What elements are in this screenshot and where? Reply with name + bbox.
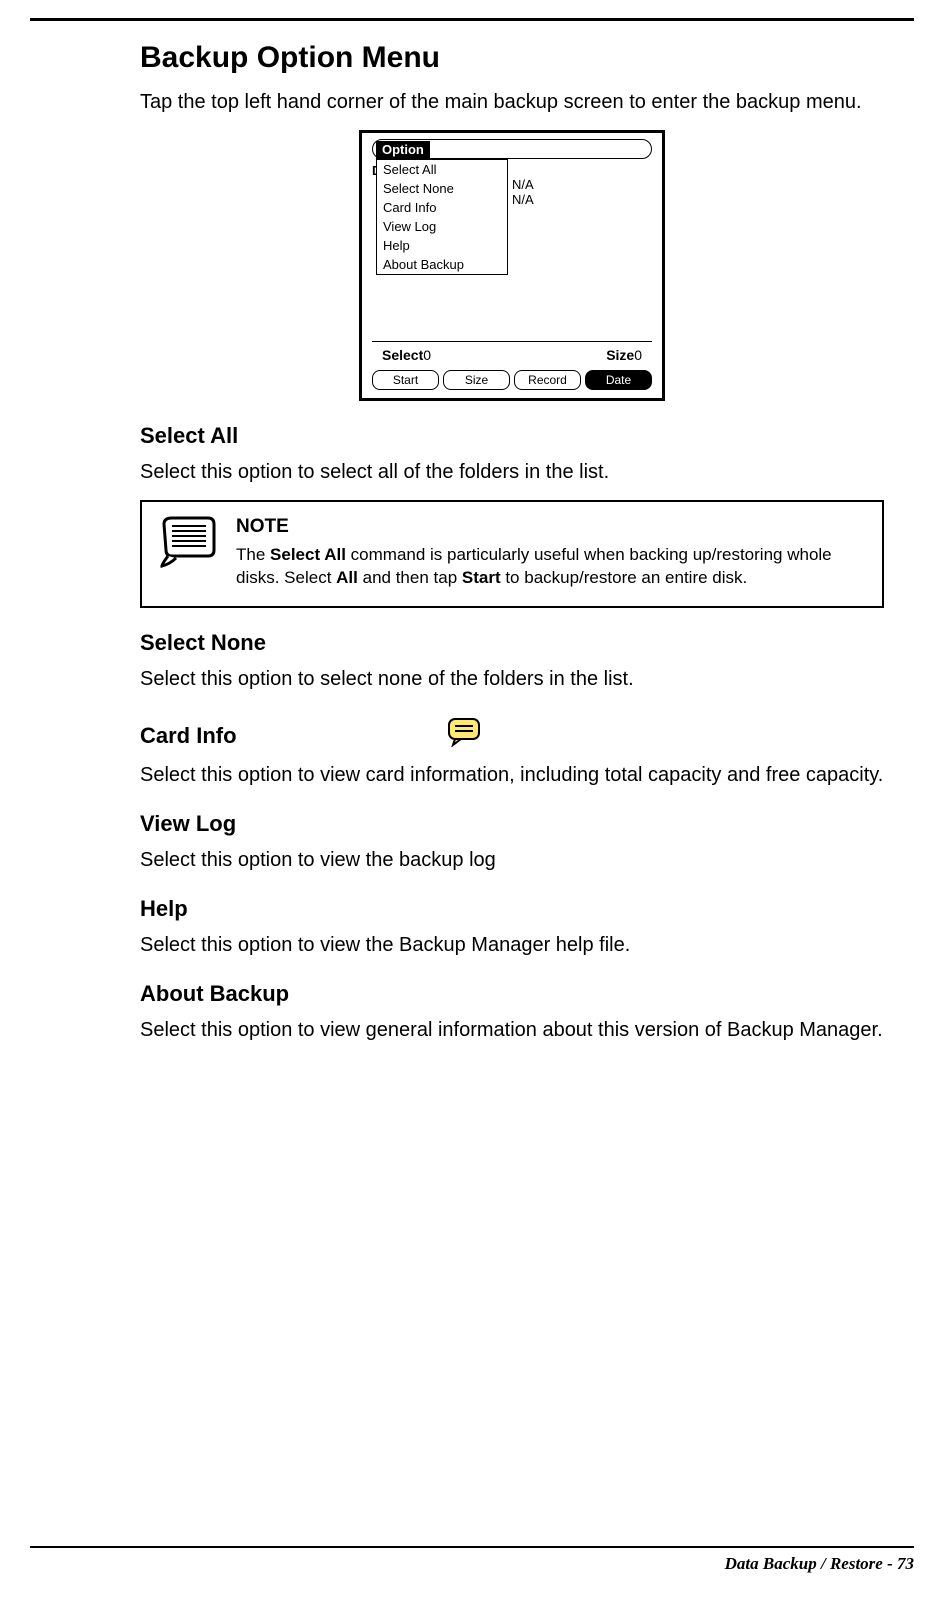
page-title: Backup Option Menu — [140, 41, 884, 75]
bg-na: N/A N/A — [512, 177, 534, 207]
device-divider — [372, 341, 652, 342]
menu-item[interactable]: Select All — [377, 160, 507, 179]
start-button[interactable]: Start — [372, 370, 439, 390]
help-heading: Help — [140, 896, 884, 922]
select-none-heading: Select None — [140, 630, 884, 656]
view-log-heading: View Log — [140, 811, 884, 837]
note-label: NOTE — [236, 514, 866, 540]
note-box: NOTE The Select All command is particula… — [140, 500, 884, 608]
option-tab[interactable]: Option — [376, 141, 430, 159]
device-status: Select0 Size0 — [382, 347, 642, 363]
card-info-heading: Card Info — [140, 723, 237, 749]
footer-text: Data Backup / Restore - 73 — [30, 1554, 914, 1574]
menu-item[interactable]: View Log — [377, 217, 507, 236]
record-button[interactable]: Record — [514, 370, 581, 390]
note-icon — [158, 514, 218, 568]
note-body: The Select All command is particularly u… — [236, 545, 832, 587]
device-buttons: Start Size Record Date — [372, 370, 652, 390]
help-body: Select this option to view the Backup Ma… — [140, 932, 884, 959]
select-all-body: Select this option to select all of the … — [140, 459, 884, 486]
date-button[interactable]: Date — [585, 370, 652, 390]
about-backup-body: Select this option to view general infor… — [140, 1017, 884, 1044]
menu-item[interactable]: Card Info — [377, 198, 507, 217]
select-all-heading: Select All — [140, 423, 884, 449]
size-button[interactable]: Size — [443, 370, 510, 390]
intro-text: Tap the top left hand corner of the main… — [140, 89, 884, 116]
card-info-body: Select this option to view card informat… — [140, 762, 884, 789]
page-footer: Data Backup / Restore - 73 — [30, 1546, 914, 1574]
view-log-body: Select this option to view the backup lo… — [140, 847, 884, 874]
device-screenshot: Option D Select All Select None Card Inf… — [359, 130, 665, 401]
about-backup-heading: About Backup — [140, 981, 884, 1007]
select-none-body: Select this option to select none of the… — [140, 666, 884, 693]
menu-item[interactable]: Help — [377, 236, 507, 255]
option-menu: Select All Select None Card Info View Lo… — [376, 159, 508, 275]
menu-item[interactable]: Select None — [377, 179, 507, 198]
menu-item[interactable]: About Backup — [377, 255, 507, 274]
comment-balloon-icon — [447, 717, 481, 752]
